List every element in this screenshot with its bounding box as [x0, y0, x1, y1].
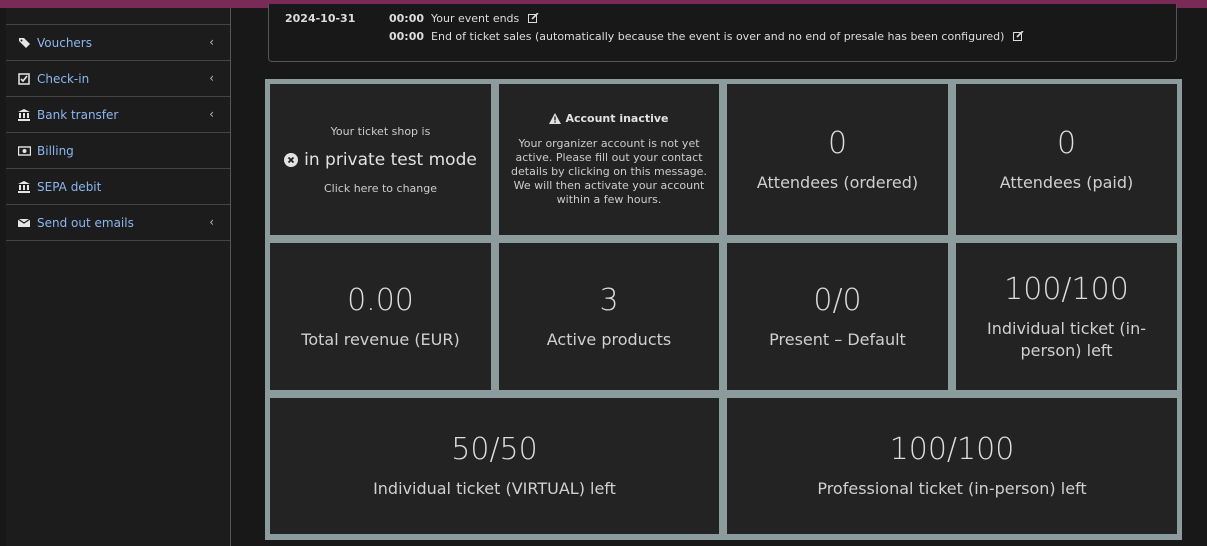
bank-icon [18, 180, 32, 193]
timeline-row: 00:00 Your event ends [389, 12, 539, 26]
present-default-widget[interactable]: 0/0 Present – Default [727, 243, 948, 390]
sidebar-item-label: Vouchers [37, 35, 92, 50]
dashboard-widgets: Your ticket shop is in private test mode… [265, 79, 1182, 540]
shop-status-line1: Your ticket shop is [330, 124, 431, 138]
account-inactive-widget[interactable]: Account inactive Your organizer account … [499, 84, 719, 235]
widget-label: Professional ticket (in-person) left [817, 479, 1087, 498]
sidebar-item-sepa-debit[interactable]: SEPA debit [6, 169, 230, 205]
attendees-paid-widget[interactable]: 0 Attendees (paid) [956, 84, 1177, 235]
sidebar-item-label: Bank transfer [37, 107, 119, 122]
tags-icon [18, 37, 32, 49]
widget-value: 3 [599, 282, 619, 318]
widget-value: 50/50 [451, 432, 538, 467]
active-products-widget[interactable]: 3 Active products [499, 243, 719, 390]
event-timeline: 2024-10-31 00:00 Your event ends 00:00 E… [268, 4, 1177, 62]
shop-status-mode: in private test mode [304, 149, 477, 170]
sidebar-item-send-out-emails[interactable]: Send out emails ‹ [6, 205, 230, 241]
total-revenue-widget[interactable]: 0.00 Total revenue (EUR) [270, 243, 491, 390]
timeline-date: 2024-10-31 [285, 12, 356, 25]
widget-value: 0 [827, 125, 848, 161]
timeline-text: Your event ends [431, 12, 520, 25]
chevron-left-icon[interactable]: ‹ [209, 35, 214, 49]
timeline-time: 00:00 [389, 30, 425, 43]
widget-value: 100/100 [1004, 271, 1129, 307]
shop-status-change-link[interactable]: Click here to change [324, 182, 437, 195]
edit-icon[interactable] [1012, 30, 1024, 44]
shop-status-widget[interactable]: Your ticket shop is in private test mode… [270, 84, 491, 235]
individual-inperson-quota-widget[interactable]: 100/100 Individual ticket (in-person) le… [956, 243, 1177, 390]
sidebar: Vouchers ‹ Check-in ‹ Bank transfer ‹ Bi… [6, 8, 231, 546]
sidebar-item-vouchers[interactable]: Vouchers ‹ [6, 25, 230, 61]
chevron-left-icon[interactable]: ‹ [209, 71, 214, 85]
widget-label: Attendees (ordered) [756, 172, 919, 192]
widget-value: 0/0 [813, 282, 862, 318]
individual-virtual-quota-widget[interactable]: 50/50 Individual ticket (VIRTUAL) left [270, 398, 719, 534]
chevron-left-icon[interactable]: ‹ [209, 107, 214, 121]
sidebar-item-check-in[interactable]: Check-in ‹ [6, 61, 230, 97]
warning-icon [549, 113, 562, 124]
widget-value: 0 [1056, 125, 1077, 161]
check-square-icon [18, 72, 32, 85]
timeline-text: End of ticket sales (automatically becau… [431, 30, 1005, 43]
timeline-row: 00:00 End of ticket sales (automatically… [389, 30, 1024, 44]
widget-label: Attendees (paid) [999, 172, 1134, 192]
sidebar-item-billing[interactable]: Billing [6, 133, 230, 169]
sidebar-item-label: SEPA debit [37, 179, 102, 194]
account-inactive-message: Your organizer account is not yet active… [511, 137, 707, 206]
timeline-time: 00:00 [389, 12, 425, 25]
widget-label: Active products [546, 329, 672, 349]
professional-inperson-quota-widget[interactable]: 100/100 Professional ticket (in-person) … [727, 398, 1177, 534]
widget-label: Present – Default [769, 329, 906, 349]
times-circle-icon [284, 152, 299, 167]
envelope-icon [18, 217, 32, 229]
widget-value: 100/100 [889, 432, 1015, 467]
attendees-ordered-widget[interactable]: 0 Attendees (ordered) [727, 84, 948, 235]
bank-icon [18, 108, 32, 121]
widget-label: Individual ticket (in-person) left [986, 318, 1147, 360]
sidebar-item-bank-transfer[interactable]: Bank transfer ‹ [6, 97, 230, 133]
edit-icon[interactable] [527, 12, 539, 26]
sidebar-item-label: Check-in [37, 71, 90, 86]
widget-label: Individual ticket (VIRTUAL) left [373, 479, 616, 498]
sidebar-item-label: Send out emails [37, 215, 134, 230]
chevron-left-icon[interactable]: ‹ [209, 215, 214, 229]
account-inactive-title: Account inactive [565, 112, 669, 125]
widget-label: Total revenue (EUR) [301, 329, 460, 349]
widget-value: 0.00 [347, 282, 414, 318]
money-icon [18, 145, 32, 157]
sidebar-item-label: Billing [37, 143, 74, 158]
